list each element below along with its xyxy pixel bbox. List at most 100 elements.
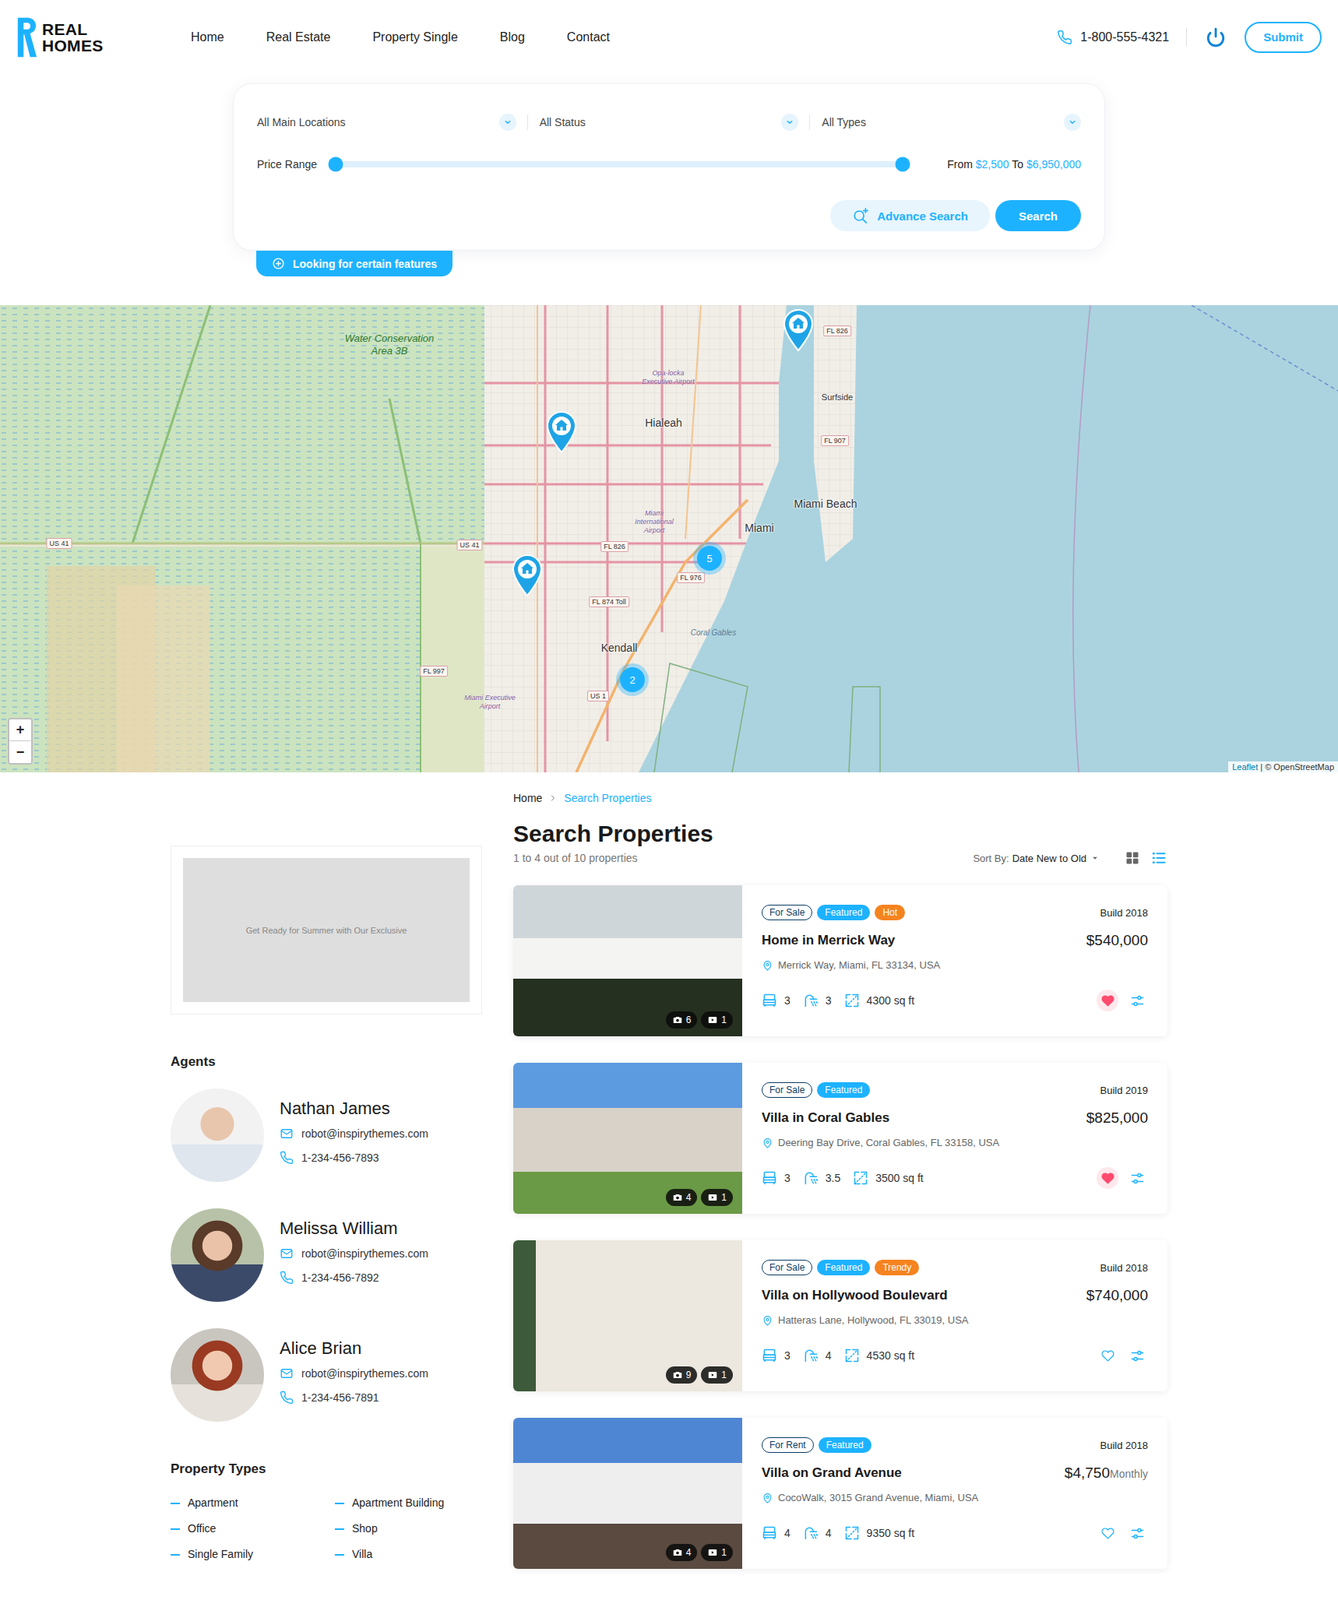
zoom-out-button[interactable]: − [9,741,32,764]
video-icon [707,1014,719,1026]
map-pin-icon[interactable] [781,308,815,353]
map[interactable]: Water Conservation Area 3BHialeahMiami B… [0,305,1338,773]
map-pin-icon[interactable] [510,553,544,598]
property-title[interactable]: Home in Merrick Way [761,931,895,951]
search-button[interactable]: Search [995,200,1081,232]
label-tag[interactable]: Featured [818,1437,872,1454]
compare-button[interactable] [1126,1522,1148,1545]
favorite-button[interactable] [1096,1522,1119,1545]
property-feature: 3500 sq ft [852,1170,924,1187]
beds-icon [761,992,778,1009]
property-address: Merrick Way, Miami, FL 33134, USA [761,958,1148,973]
property-type-link[interactable]: Office [170,1521,335,1537]
agent-email[interactable]: robot@inspirythemes.com [279,1366,429,1382]
location-icon [761,1492,774,1505]
agent-avatar[interactable] [170,1328,265,1423]
nav-item[interactable]: Home [190,30,225,45]
label-tag[interactable]: Hot [874,904,905,921]
status-tag[interactable]: For Rent [761,1437,814,1454]
header-actions: 1-800-555-4321 Submit [1056,21,1322,53]
chevron-right-icon [548,793,558,803]
agent-name[interactable]: Alice Brian [279,1338,429,1360]
slider-handle[interactable] [328,157,344,173]
nav-item[interactable]: Real Estate [266,30,331,45]
map-place-label: Hialeah [644,416,682,430]
label-tag[interactable]: Featured [816,904,870,921]
site-header: REAL HOMES Home Real Estate Property Singl… [0,0,1338,74]
sort-dropdown[interactable]: Sort By: Date New to Old [972,852,1101,865]
property-title[interactable]: Villa in Coral Gables [761,1109,890,1128]
label-tag[interactable]: Trendy [874,1260,919,1276]
property-type-link[interactable]: Shop [334,1521,483,1537]
video-count: 1 [700,1011,733,1029]
location-icon [761,960,774,972]
property-types-list: ApartmentApartment Building OfficeShop Sin… [170,1496,483,1563]
property-feature: 3.5 [802,1170,841,1187]
view-toggle[interactable] [1150,849,1168,867]
map-pin-icon[interactable] [545,410,578,455]
favorite-button[interactable] [1096,989,1119,1012]
compare-button[interactable] [1126,1167,1148,1190]
advance-search-button[interactable]: Advance Search [830,200,990,232]
select-field[interactable]: All Main Locations [257,106,517,138]
property-type-link[interactable]: Villa [334,1547,483,1563]
nav-item[interactable]: Property Single [372,30,458,45]
agent-avatar[interactable] [170,1208,265,1303]
chevron-down-icon [783,116,796,129]
ad-banner[interactable]: Get Ready for Summer with Our Exclusive [170,845,483,1015]
property-photo[interactable]: 6 1 [513,885,743,1037]
leaflet-link[interactable]: Leaflet [1232,762,1258,772]
select-field[interactable]: All Types [821,106,1081,138]
logo[interactable]: REAL HOMES [15,14,191,60]
login-button[interactable] [1204,25,1228,50]
status-tag[interactable]: For Sale [761,1082,813,1099]
status-tag[interactable]: For Sale [761,904,813,921]
property-type-link[interactable]: Apartment Building [334,1496,483,1511]
property-photo[interactable]: 4 1 [513,1063,743,1215]
label-tag[interactable]: Featured [816,1260,870,1276]
map-cluster[interactable]: 2 [619,667,645,693]
features-toggle[interactable]: Looking for certain features [256,250,453,277]
property-title[interactable]: Villa on Hollywood Boulevard [761,1286,948,1306]
breadcrumb-item[interactable]: Home [513,791,543,806]
compare-button[interactable] [1126,989,1148,1012]
property-feature: 4 [802,1525,832,1542]
video-count: 1 [700,1366,733,1384]
baths-icon [802,1348,819,1364]
property-price: $740,000 [1086,1287,1148,1305]
agent-email[interactable]: robot@inspirythemes.com [279,1246,429,1262]
agent-avatar[interactable] [170,1088,265,1183]
agent-phone[interactable]: 1-234-456-7891 [279,1390,429,1406]
price-slider[interactable] [335,161,903,168]
baths-icon [802,992,819,1009]
photo-count: 4 [665,1189,698,1207]
agent-phone[interactable]: 1-234-456-7893 [279,1150,429,1166]
property-photo[interactable]: 4 1 [513,1418,743,1570]
favorite-button[interactable] [1096,1345,1119,1367]
road-shield: US 41 [45,538,72,550]
nav-item[interactable]: Blog [499,30,525,45]
agent-card: Alice Brian robot@inspirythemes.com 1-23… [170,1328,483,1423]
property-type-link[interactable]: Single Family [170,1547,335,1563]
status-tag[interactable]: For Sale [761,1260,813,1276]
zoom-in-button[interactable]: + [9,719,32,742]
property-photo[interactable]: 9 1 [513,1240,743,1392]
nav-item[interactable]: Contact [566,30,610,45]
header-phone[interactable]: 1-800-555-4321 [1056,29,1169,46]
breadcrumb-item[interactable]: Search Properties [563,791,652,806]
slider-handle[interactable] [895,157,911,173]
area-icon [844,1525,860,1542]
view-toggle[interactable] [1123,849,1141,867]
favorite-button[interactable] [1096,1167,1119,1190]
agent-name[interactable]: Melissa William [279,1218,429,1240]
select-field[interactable]: All Status [539,106,800,138]
submit-button[interactable]: Submit [1244,21,1322,53]
property-type-link[interactable]: Apartment [170,1496,335,1511]
map-cluster[interactable]: 5 [697,545,722,571]
label-tag[interactable]: Featured [816,1082,870,1099]
agent-phone[interactable]: 1-234-456-7892 [279,1270,429,1286]
agent-email[interactable]: robot@inspirythemes.com [279,1126,429,1142]
agent-name[interactable]: Nathan James [279,1098,429,1120]
compare-button[interactable] [1126,1345,1148,1367]
property-title[interactable]: Villa on Grand Avenue [761,1464,902,1483]
